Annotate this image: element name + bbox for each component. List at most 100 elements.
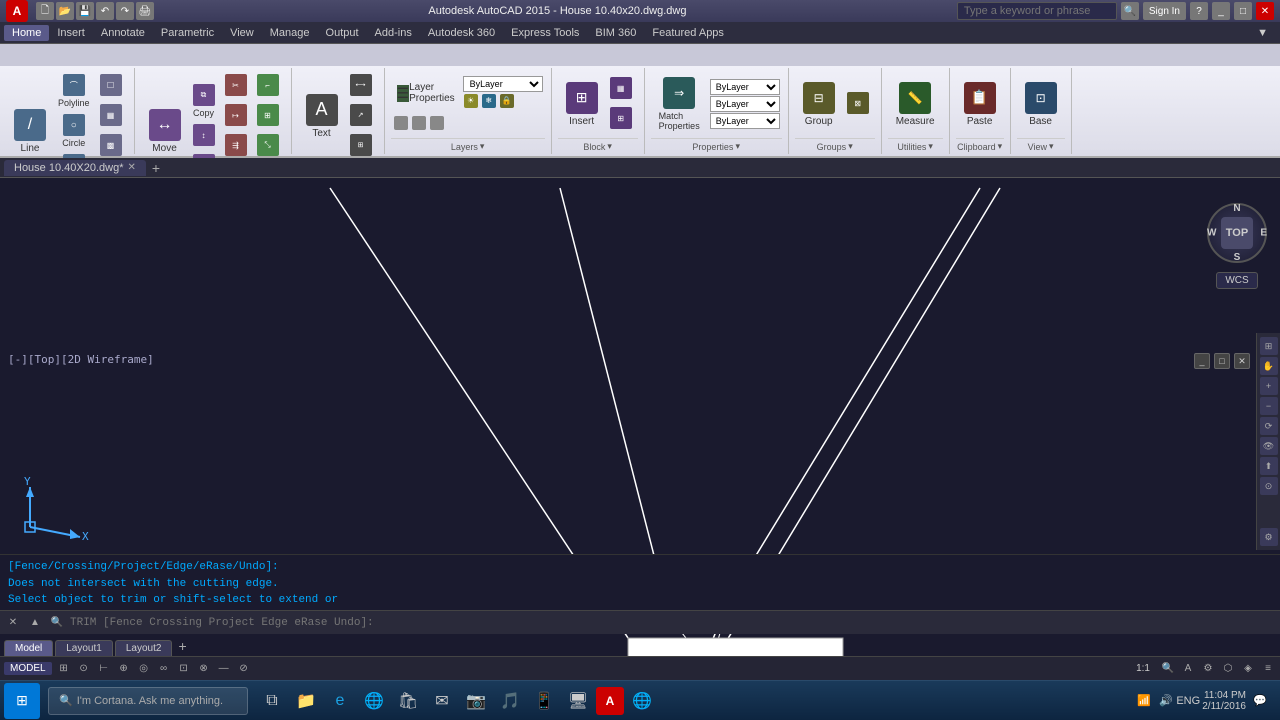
new-button[interactable]: 🗋 xyxy=(36,2,54,20)
nav-zoom-extents[interactable]: ⊞ xyxy=(1260,337,1278,355)
grid-icon[interactable]: ⊞ xyxy=(56,661,72,677)
otrack-icon[interactable]: ∞ xyxy=(156,661,172,677)
browser-taskbar-icon[interactable]: 🌐 xyxy=(626,685,658,717)
isolate-icon[interactable]: ◈ xyxy=(1240,661,1256,677)
paste-button[interactable]: 📋 Paste xyxy=(958,78,1002,131)
menu-annotate[interactable]: Annotate xyxy=(93,25,153,41)
network-tray[interactable]: 📶 xyxy=(1136,693,1152,709)
trim-button[interactable]: ✂ xyxy=(221,72,251,100)
polyline-button[interactable]: ⌒ Polyline xyxy=(54,72,94,110)
viewport-maximize[interactable]: □ xyxy=(1214,353,1230,369)
phone-icon[interactable]: 📱 xyxy=(528,685,560,717)
block-more1[interactable]: ▦ xyxy=(606,75,636,103)
move-button[interactable]: ↔ Move xyxy=(143,105,187,158)
insert-button[interactable]: ⊞ Insert xyxy=(560,78,604,131)
line-button[interactable]: / Line xyxy=(8,105,52,158)
nav-walk[interactable]: ⬆ xyxy=(1260,457,1278,475)
new-tab-button[interactable]: + xyxy=(146,160,166,176)
nav-steer[interactable]: ⊙ xyxy=(1260,477,1278,495)
cortana-search[interactable]: 🔍 I'm Cortana. Ask me anything. xyxy=(48,687,248,715)
remote-desktop-icon[interactable]: 🖥 xyxy=(562,685,594,717)
rectangle-button[interactable]: □ xyxy=(96,72,126,100)
menu-parametric[interactable]: Parametric xyxy=(153,25,222,41)
table-button[interactable]: ⊞ xyxy=(346,132,376,160)
menu-workspace-dropdown[interactable]: ▼ xyxy=(1249,25,1276,41)
circle-button[interactable]: ○ Circle xyxy=(54,112,94,150)
open-button[interactable]: 📂 xyxy=(56,2,74,20)
layout2-tab[interactable]: Layout2 xyxy=(115,640,173,656)
nav-pan[interactable]: ✋ xyxy=(1260,357,1278,375)
edge-icon[interactable]: e xyxy=(324,685,356,717)
store-icon[interactable]: 🛍 xyxy=(392,685,424,717)
ortho-icon[interactable]: ⊢ xyxy=(96,661,112,677)
clock[interactable]: 11:04 PM 2/11/2016 xyxy=(1202,690,1246,712)
color-dropdown[interactable]: ByLayer xyxy=(710,79,780,95)
layer-more1[interactable] xyxy=(393,115,409,133)
start-button[interactable]: ⊞ xyxy=(4,683,40,719)
tp-icon[interactable]: ⊘ xyxy=(236,661,252,677)
cmd-up-btn[interactable]: ▲ xyxy=(26,614,44,632)
media-icon[interactable]: 🎵 xyxy=(494,685,526,717)
dyn-icon[interactable]: ⊗ xyxy=(196,661,212,677)
internet-explorer-icon[interactable]: 🌐 xyxy=(358,685,390,717)
lineweight-dropdown[interactable]: ByLayer xyxy=(710,113,780,129)
properties-label[interactable]: Properties▾ xyxy=(651,138,782,152)
model-status[interactable]: MODEL xyxy=(4,662,52,675)
customize-icon[interactable]: ≡ xyxy=(1260,661,1276,677)
match-properties-button[interactable]: ⇒ MatchProperties xyxy=(653,73,706,135)
menu-expresstools[interactable]: Express Tools xyxy=(503,25,587,41)
gradient-button[interactable]: ▩ xyxy=(96,132,126,160)
linetype-dropdown[interactable]: ByLayer xyxy=(710,96,780,112)
autocad-taskbar-icon[interactable]: A xyxy=(596,687,624,715)
menu-manage[interactable]: Manage xyxy=(262,25,318,41)
search-icon[interactable]: 🔍 xyxy=(1121,2,1139,20)
utilities-label[interactable]: Utilities▾ xyxy=(888,138,943,152)
menu-view[interactable]: View xyxy=(222,25,262,41)
layer-properties-button[interactable]: ☰ LayerProperties xyxy=(393,80,459,106)
extend-button[interactable]: ↦ xyxy=(221,102,251,130)
view-label[interactable]: View▾ xyxy=(1017,138,1065,152)
save-button[interactable]: 💾 xyxy=(76,2,94,20)
snap-icon[interactable]: ⊙ xyxy=(76,661,92,677)
minimize-button[interactable]: _ xyxy=(1212,2,1230,20)
document-tab[interactable]: House 10.40X20.dwg* ✕ xyxy=(4,160,146,176)
new-layout-button[interactable]: + xyxy=(174,636,190,656)
file-explorer-icon[interactable]: 📁 xyxy=(290,685,322,717)
menu-insert[interactable]: Insert xyxy=(49,25,93,41)
clipboard-label[interactable]: Clipboard▾ xyxy=(956,138,1004,152)
offset-button[interactable]: ⇶ xyxy=(221,132,251,160)
scale-button[interactable]: ⤡ xyxy=(253,132,283,160)
maximize-button[interactable]: □ xyxy=(1234,2,1252,20)
layers-label[interactable]: Layers▾ xyxy=(391,138,545,152)
menu-addins[interactable]: Add-ins xyxy=(367,25,420,41)
nav-settings[interactable]: ⚙ xyxy=(1260,528,1278,546)
menu-output[interactable]: Output xyxy=(318,25,367,41)
array-button[interactable]: ⊞ xyxy=(253,102,283,130)
nav-zoom-in[interactable]: + xyxy=(1260,377,1278,395)
lw-icon[interactable]: — xyxy=(216,661,232,677)
nav-look[interactable]: 👁 xyxy=(1260,437,1278,455)
ducs-icon[interactable]: ⊡ xyxy=(176,661,192,677)
layer-freeze[interactable]: ❄ xyxy=(481,93,497,111)
menu-home[interactable]: Home xyxy=(4,25,49,41)
canvas-area[interactable]: [-][Top][2D Wireframe] _ □ ✕ xyxy=(0,178,1280,680)
camera-icon[interactable]: 📷 xyxy=(460,685,492,717)
redo-button[interactable]: ↷ xyxy=(116,2,134,20)
sign-in-button[interactable]: Sign In xyxy=(1143,2,1186,20)
wcs-label[interactable]: WCS xyxy=(1216,272,1257,289)
zoom-level[interactable]: 1:1 xyxy=(1130,662,1156,675)
layer-on-off[interactable]: ☀ xyxy=(463,93,479,111)
layer-lock[interactable]: 🔒 xyxy=(499,93,515,111)
cmd-search-btn[interactable]: 🔍 xyxy=(48,614,66,632)
block-more2[interactable]: ⊞ xyxy=(606,105,636,133)
menu-featuredapps[interactable]: Featured Apps xyxy=(644,25,732,41)
workspace-icon[interactable]: ⚙ xyxy=(1200,661,1216,677)
doc-tab-close[interactable]: ✕ xyxy=(127,162,135,173)
volume-tray[interactable]: 🔊 xyxy=(1158,693,1174,709)
zoom-icon[interactable]: 🔍 xyxy=(1160,661,1176,677)
notifications-icon[interactable]: 💬 xyxy=(1252,693,1268,709)
polar-icon[interactable]: ⊕ xyxy=(116,661,132,677)
menu-bim360[interactable]: BIM 360 xyxy=(587,25,644,41)
group-button[interactable]: ⊟ Group xyxy=(797,78,841,131)
hatch-button[interactable]: ▦ xyxy=(96,102,126,130)
